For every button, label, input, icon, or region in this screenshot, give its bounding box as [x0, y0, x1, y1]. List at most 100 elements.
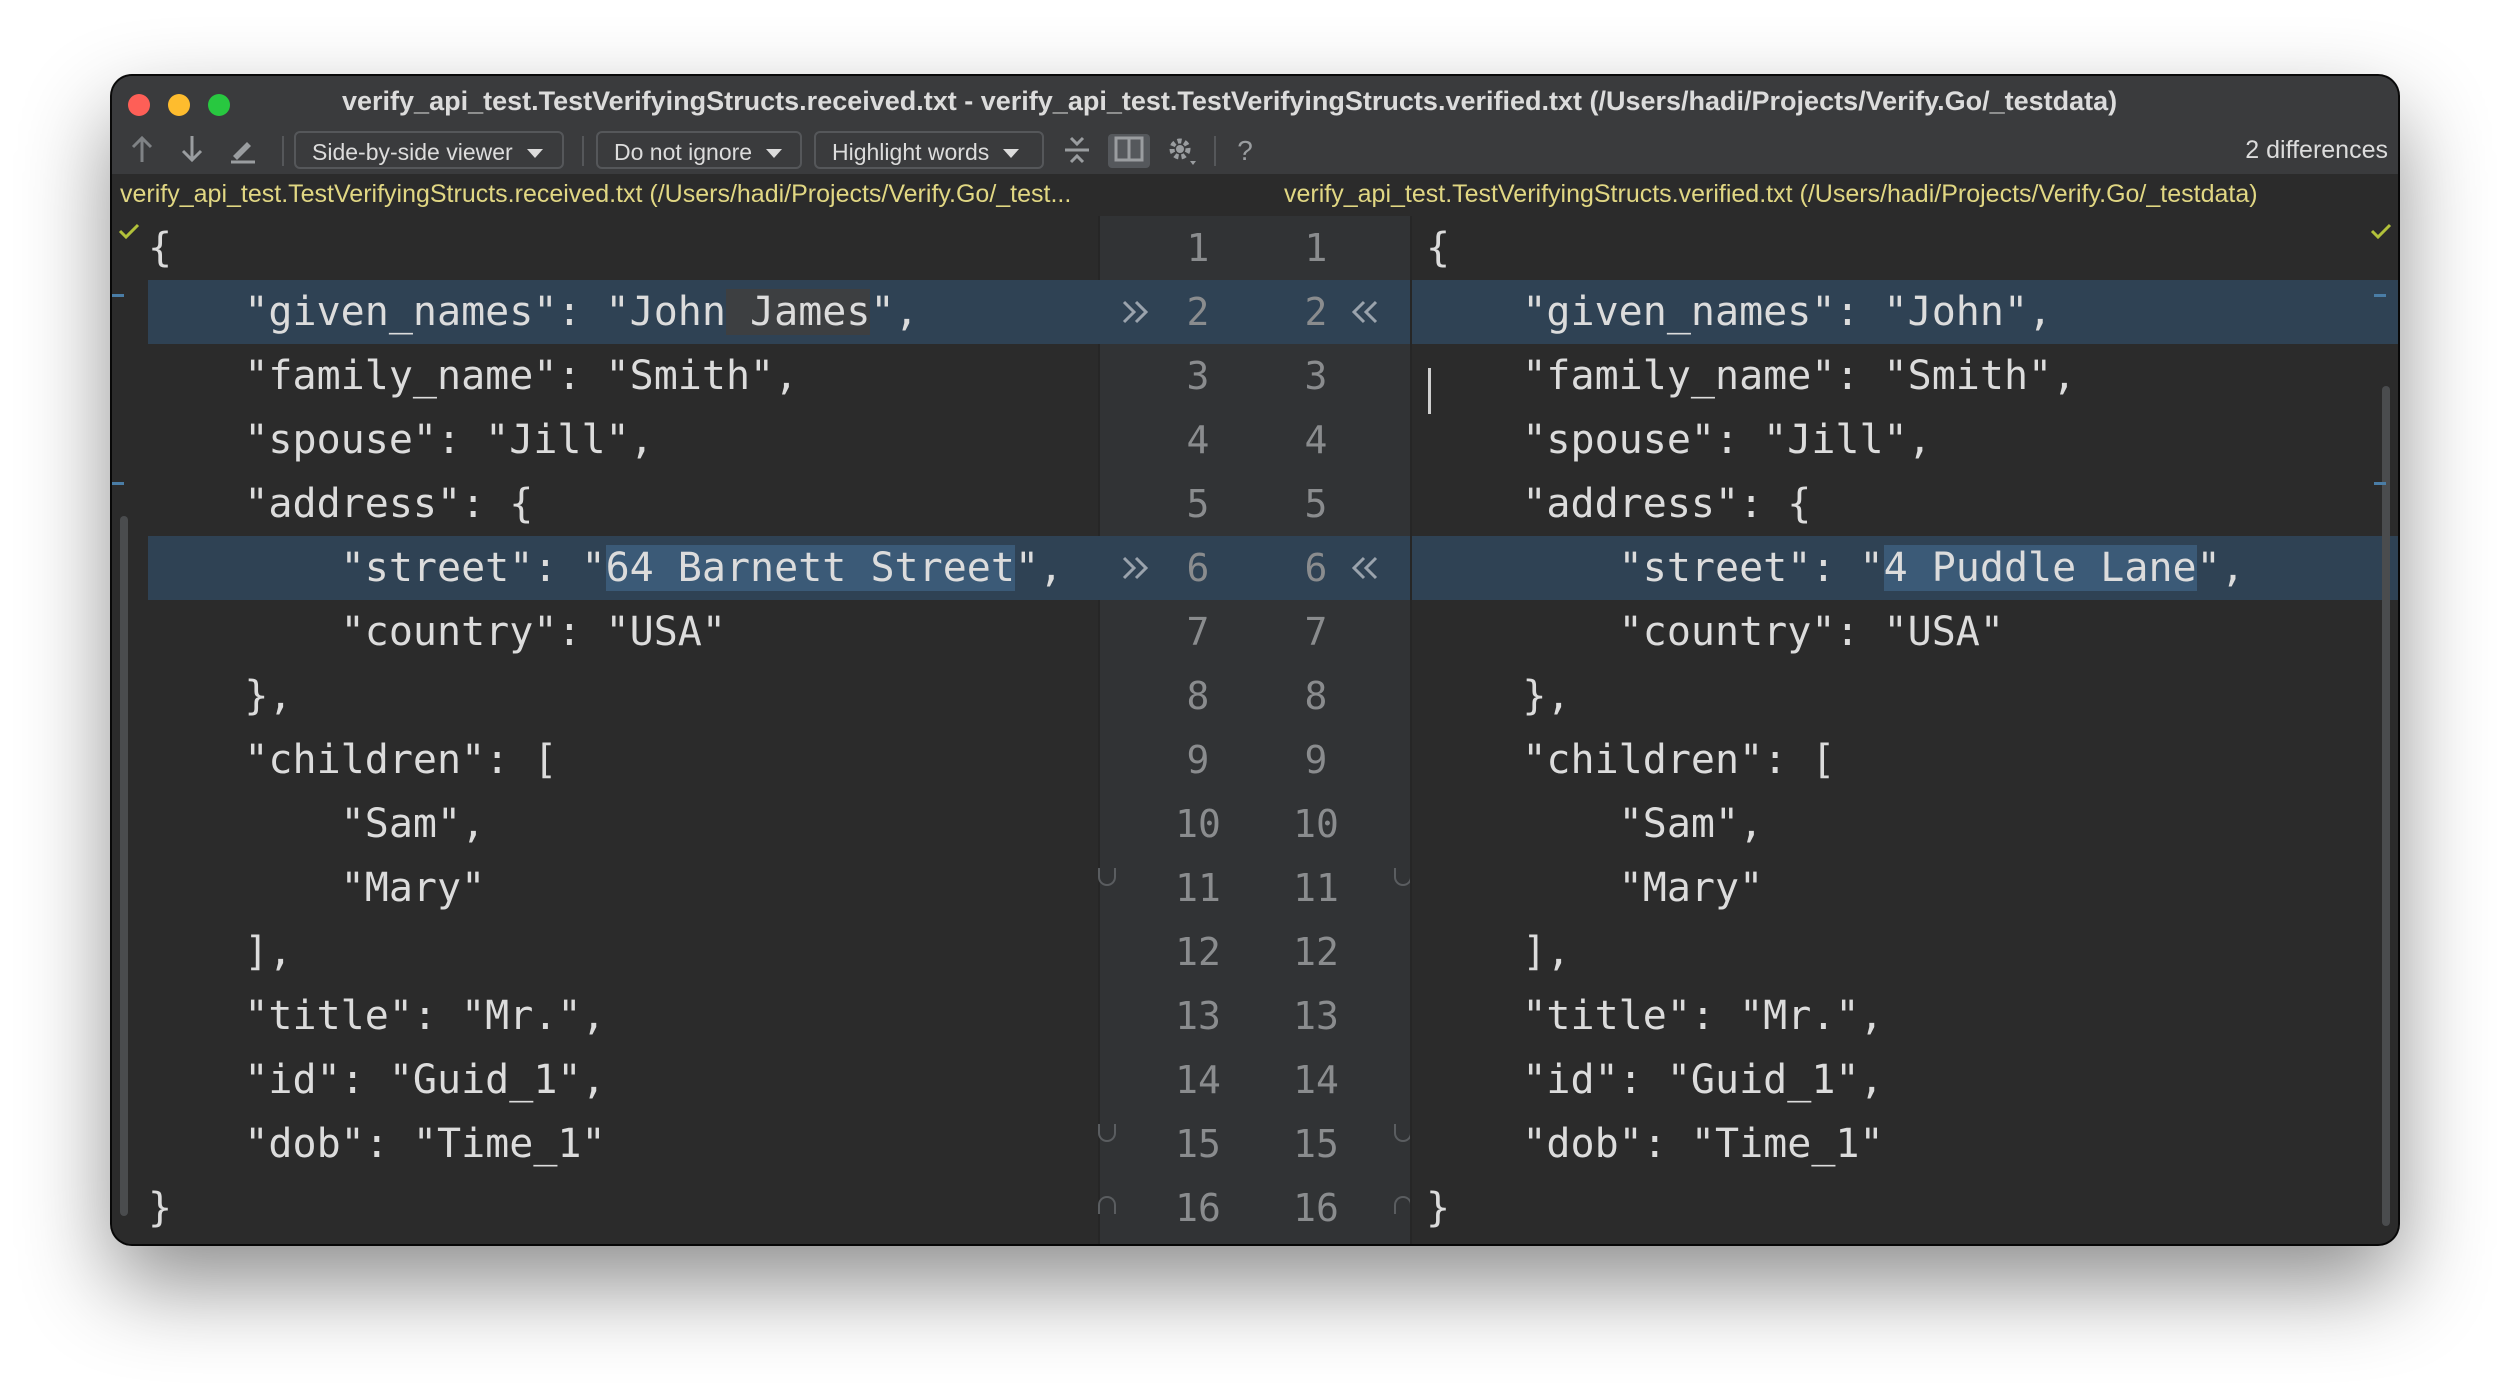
fold-end-icon[interactable] [1394, 868, 1412, 886]
collapse-unchanged-icon[interactable] [1060, 134, 1094, 168]
code-text: "given_names": "John [148, 289, 726, 335]
right-line-number: 11 [1293, 866, 1339, 910]
code-line[interactable]: "spouse": "Jill", [1412, 408, 2398, 472]
fold-end-icon[interactable] [1098, 868, 1116, 886]
code-line[interactable]: ], [112, 920, 1098, 984]
code-line[interactable]: "Mary" [1412, 856, 2398, 920]
code-text: "street": " [148, 545, 606, 591]
window-title: verify_api_test.TestVerifyingStructs.rec… [342, 86, 2118, 116]
changed-word: 4 Puddle Lane [1883, 545, 2197, 591]
right-line-number: 4 [1304, 418, 1328, 462]
close-window-button[interactable] [128, 94, 150, 116]
left-line-number: 15 [1175, 1122, 1221, 1166]
gutter-row: 33 [1098, 344, 1412, 408]
right-line-number: 12 [1293, 930, 1339, 974]
code-line[interactable]: "dob": "Time_1" [112, 1112, 1098, 1176]
code-line-changed[interactable]: "given_names": "John", [1412, 280, 2398, 344]
left-line-number: 7 [1186, 610, 1210, 654]
file-header-bar: verify_api_test.TestVerifyingStructs.rec… [112, 174, 2398, 216]
code-line[interactable]: "country": "USA" [112, 600, 1098, 664]
code-line-changed[interactable]: "street": "4 Puddle Lane", [1412, 536, 2398, 600]
code-line[interactable]: "Sam", [112, 792, 1098, 856]
code-line-changed[interactable]: "street": "64 Barnett Street", [148, 536, 1098, 600]
right-editor-pane[interactable]: { "given_names": "John", "family_name": … [1412, 216, 2398, 1244]
code-line[interactable]: "family_name": "Smith", [112, 344, 1098, 408]
fold-start-icon[interactable] [1098, 1196, 1116, 1214]
code-line[interactable]: }, [112, 664, 1098, 728]
ignore-mode-dropdown[interactable]: Do not ignore [596, 131, 802, 169]
line-number-gutter: 11 22 33 44 55 66 77 88 99 10 10 11 11 12 1 [1098, 216, 1412, 1244]
code-text: "given_names": "John [1426, 289, 2004, 335]
left-editor-pane[interactable]: { "given_names": "John James", "family_n… [112, 216, 1098, 1244]
toolbar-separator [282, 136, 284, 166]
code-line[interactable]: "children": [ [1412, 728, 2398, 792]
code-text: ", [870, 289, 919, 335]
code-line[interactable]: "family_name": "Smith", [1412, 344, 2398, 408]
code-line[interactable]: "address": { [1412, 472, 2398, 536]
code-line[interactable]: "country": "USA" [1412, 600, 2398, 664]
chevron-down-icon [1003, 149, 1020, 159]
code-line[interactable]: "id": "Guid_1", [112, 1048, 1098, 1112]
chevron-down-icon [526, 149, 543, 159]
code-line[interactable]: "Mary" [112, 856, 1098, 920]
viewer-mode-label: Side-by-side viewer [312, 139, 513, 165]
left-file-path: verify_api_test.TestVerifyingStructs.rec… [120, 180, 1072, 208]
gutter-row: 15 15 [1098, 1112, 1412, 1176]
left-line-number: 14 [1175, 1058, 1221, 1102]
gutter-row: 14 14 [1098, 1048, 1412, 1112]
fold-start-icon[interactable] [1394, 1196, 1412, 1214]
text-cursor [1428, 368, 1431, 414]
left-line-number: 8 [1186, 674, 1210, 718]
code-line[interactable]: "id": "Guid_1", [1412, 1048, 2398, 1112]
right-line-number: 1 [1304, 226, 1328, 270]
code-line[interactable]: "Sam", [1412, 792, 2398, 856]
code-line[interactable]: "dob": "Time_1" [1412, 1112, 2398, 1176]
fold-end-icon[interactable] [1394, 1124, 1412, 1142]
highlight-mode-dropdown[interactable]: Highlight words [814, 131, 1044, 169]
checkmark-icon [118, 216, 140, 247]
code-line[interactable]: ], [1412, 920, 2398, 984]
code-line[interactable]: "title": "Mr.", [1412, 984, 2398, 1048]
left-scrollbar[interactable] [120, 516, 128, 1216]
toolbar-separator [582, 136, 584, 166]
highlight-mode-label: Highlight words [832, 139, 990, 165]
left-line-number: 16 [1175, 1186, 1221, 1230]
gutter-row: 55 [1098, 472, 1412, 536]
code-text: "street": " [1426, 545, 1884, 591]
code-line[interactable]: }, [1412, 664, 2398, 728]
left-line-number: 10 [1175, 802, 1221, 846]
ignore-mode-label: Do not ignore [614, 139, 753, 165]
gutter-row: 10 10 [1098, 792, 1412, 856]
left-line-number: 6 [1186, 546, 1210, 590]
code-line[interactable]: { [1412, 216, 2398, 280]
help-button[interactable]: ? [1230, 134, 1260, 168]
code-line[interactable]: } [112, 1176, 1098, 1240]
pencil-icon[interactable] [226, 134, 260, 168]
gutter-row: 13 13 [1098, 984, 1412, 1048]
right-line-number: 10 [1293, 802, 1339, 846]
right-line-number: 5 [1304, 482, 1328, 526]
gear-icon[interactable] [1162, 134, 1202, 168]
maximize-window-button[interactable] [208, 94, 230, 116]
viewer-mode-dropdown[interactable]: Side-by-side viewer [294, 131, 564, 169]
minimize-window-button[interactable] [168, 94, 190, 116]
fold-end-icon[interactable] [1098, 1124, 1116, 1142]
code-line[interactable]: "spouse": "Jill", [112, 408, 1098, 472]
left-line-number: 9 [1186, 738, 1210, 782]
chevron-down-icon [766, 149, 783, 159]
right-line-number: 9 [1304, 738, 1328, 782]
code-line-changed[interactable]: "given_names": "John James", [148, 280, 1098, 344]
code-line[interactable]: "children": [ [112, 728, 1098, 792]
sync-scroll-icon[interactable] [1108, 134, 1150, 168]
code-line[interactable]: "address": { [112, 472, 1098, 536]
gutter-row-changed: 66 [1098, 536, 1412, 600]
code-line[interactable]: { [112, 216, 1098, 280]
left-line-number: 12 [1175, 930, 1221, 974]
right-scrollbar[interactable] [2382, 386, 2390, 1226]
diff-marker [112, 294, 124, 297]
arrow-up-icon[interactable] [126, 134, 158, 168]
arrow-down-icon[interactable] [176, 134, 208, 168]
code-line[interactable]: "title": "Mr.", [112, 984, 1098, 1048]
title-bar: verify_api_test.TestVerifyingStructs.rec… [112, 76, 2398, 128]
code-line[interactable]: } [1412, 1176, 2398, 1240]
